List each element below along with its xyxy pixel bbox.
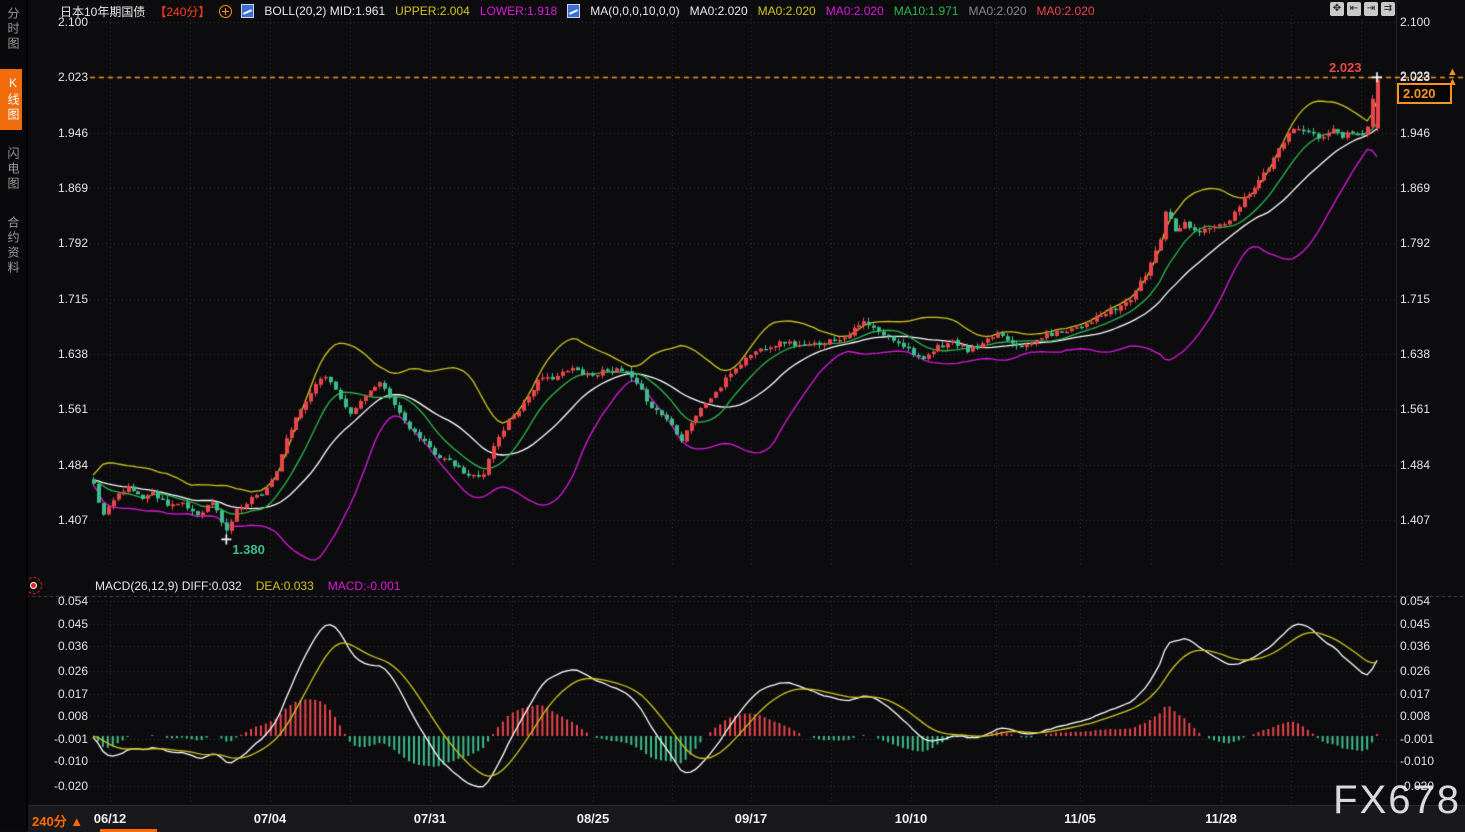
watermark: FX678 [1333, 778, 1461, 823]
price-axis-label-right: 1.946 [1400, 126, 1430, 140]
macd-axis-label-right: 0.017 [1400, 687, 1430, 701]
date-label-10-10: 10/10 [895, 811, 928, 826]
indicator-legend: BOLL(20,2) MID:1.961 UPPER:2.004 LOWER:1.9… [241, 4, 1094, 18]
sidebar: 分时图 K线图闪电图合约资料 [0, 0, 28, 831]
legend-segment-9: MA0:2.020 [968, 4, 1026, 18]
legend-segment-2: UPPER:2.004 [395, 4, 470, 18]
scroll-left-icon[interactable]: ⇤ [1347, 2, 1361, 16]
macd-header: MACD(26,12,9) DIFF:0.032 DEA:0.033 MACD:-0… [95, 579, 400, 593]
macd-axis-label-left: 0.036 [30, 639, 88, 653]
macd-axis-label-right: -0.001 [1400, 732, 1434, 746]
price-axis-label-left: 1.869 [30, 181, 88, 195]
price-axis-label-left: 1.792 [30, 236, 88, 250]
macd-axis-label-right: -0.010 [1400, 754, 1434, 768]
date-label-09-17: 09/17 [735, 811, 768, 826]
price-axis-label-right: 1.407 [1400, 513, 1430, 527]
macd-axis-label-left: 0.026 [30, 664, 88, 678]
price-axis-label-left: 1.946 [30, 126, 88, 140]
date-label-06-12: 06/12 [94, 811, 127, 826]
sidebar-item-1[interactable]: 分时图 [0, 0, 22, 59]
price-axis-label-right: 1.869 [1400, 181, 1430, 195]
macd-axis-label-right: 0.026 [1400, 664, 1430, 678]
indicator-icon [241, 4, 254, 18]
legend-segment-1: BOLL(20,2) MID:1.961 [264, 4, 385, 18]
legend-segment-6: MA0:2.020 [758, 4, 816, 18]
low-annotation: 1.380 [232, 542, 265, 557]
macd-axis-label-left: -0.010 [30, 754, 88, 768]
price-axis-label-left: 1.484 [30, 458, 88, 472]
legend-segment-7: MA0:2.020 [826, 4, 884, 18]
chart-header: 日本10年期国债 【240分】 BOLL(20,2) MID:1.961UPPE… [60, 2, 1095, 20]
sidebar-item-2[interactable]: K线图 [0, 69, 22, 130]
price-axis-label-right: 1.484 [1400, 458, 1430, 472]
legend-segment-3: LOWER:1.918 [480, 4, 557, 18]
legend-segment-8: MA10:1.971 [894, 4, 959, 18]
sidebar-item-4[interactable]: 合约资料 [0, 209, 22, 283]
macd-header-segment-2: DEA:0.033 [256, 579, 314, 593]
macd-axis-label-right: 0.054 [1400, 594, 1430, 608]
add-compare-icon[interactable] [219, 5, 232, 18]
date-label-11-05: 11/05 [1064, 811, 1096, 826]
price-axis-label-left: 1.715 [30, 292, 88, 306]
price-axis-label-right: 2.100 [1400, 15, 1430, 29]
sidebar-item-3[interactable]: 闪电图 [0, 140, 22, 199]
date-label-07-31: 07/31 [414, 811, 447, 826]
high-annotation: 2.023 [1329, 60, 1362, 75]
last-price-tag: 2.020 [1397, 83, 1452, 104]
macd-axis-label-left: 0.017 [30, 687, 88, 701]
date-label-11-28: 11/28 [1205, 811, 1237, 826]
price-axis-label-right: 1.715 [1400, 292, 1430, 306]
macd-axis-label-right: 0.045 [1400, 617, 1430, 631]
date-label-08-25: 08/25 [577, 811, 610, 826]
macd-axis-label-right: 0.008 [1400, 709, 1430, 723]
interval-selector[interactable]: 240分 ▲ [32, 811, 83, 830]
legend-segment-5: MA0:2.020 [690, 4, 748, 18]
time-axis-bar: 240分 ▲ 06/12 07/04 07/31 08/25 09/17 10/10 11/… [26, 805, 1465, 832]
move-chart-icon[interactable]: ✥ [1330, 2, 1344, 16]
chart-toolbar: ✥⇤⇥⇉ [1330, 2, 1395, 16]
price-axis-label-left: 2.100 [30, 15, 88, 29]
macd-header-segment-3: MACD:-0.001 [328, 579, 401, 593]
price-axis-label-left: 1.561 [30, 402, 88, 416]
axis-high-label: 2.023 [1400, 69, 1430, 83]
price-axis-label-right: 1.561 [1400, 402, 1430, 416]
date-label-07-04: 07/04 [254, 811, 287, 826]
indicator-icon [567, 4, 580, 18]
macd-axis-label-left: -0.001 [30, 732, 88, 746]
interval-tag: 【240分】 [154, 3, 210, 20]
price-axis-label-right: 1.792 [1400, 236, 1430, 250]
price-axis-label-left: 2.023 [30, 70, 88, 84]
macd-axis-label-left: 0.054 [30, 594, 88, 608]
macd-axis-label-left: 0.045 [30, 617, 88, 631]
macd-header-segment-1: MACD(26,12,9) DIFF:0.032 [95, 579, 242, 593]
legend-segment-10: MA0:2.020 [1037, 4, 1095, 18]
chart-canvas[interactable] [0, 0, 1465, 831]
macd-axis-label-left: 0.008 [30, 709, 88, 723]
price-axis-label-left: 1.638 [30, 347, 88, 361]
price-axis-label-right: 1.638 [1400, 347, 1430, 361]
legend-segment-4: MA(0,0,0,10,0,0) [590, 4, 679, 18]
go-to-latest-icon[interactable]: ⇉ [1381, 2, 1395, 16]
scroll-right-icon[interactable]: ⇥ [1364, 2, 1378, 16]
price-axis-label-left: 1.407 [30, 513, 88, 527]
macd-axis-label-right: 0.036 [1400, 639, 1430, 653]
macd-axis-label-left: -0.020 [30, 779, 88, 793]
